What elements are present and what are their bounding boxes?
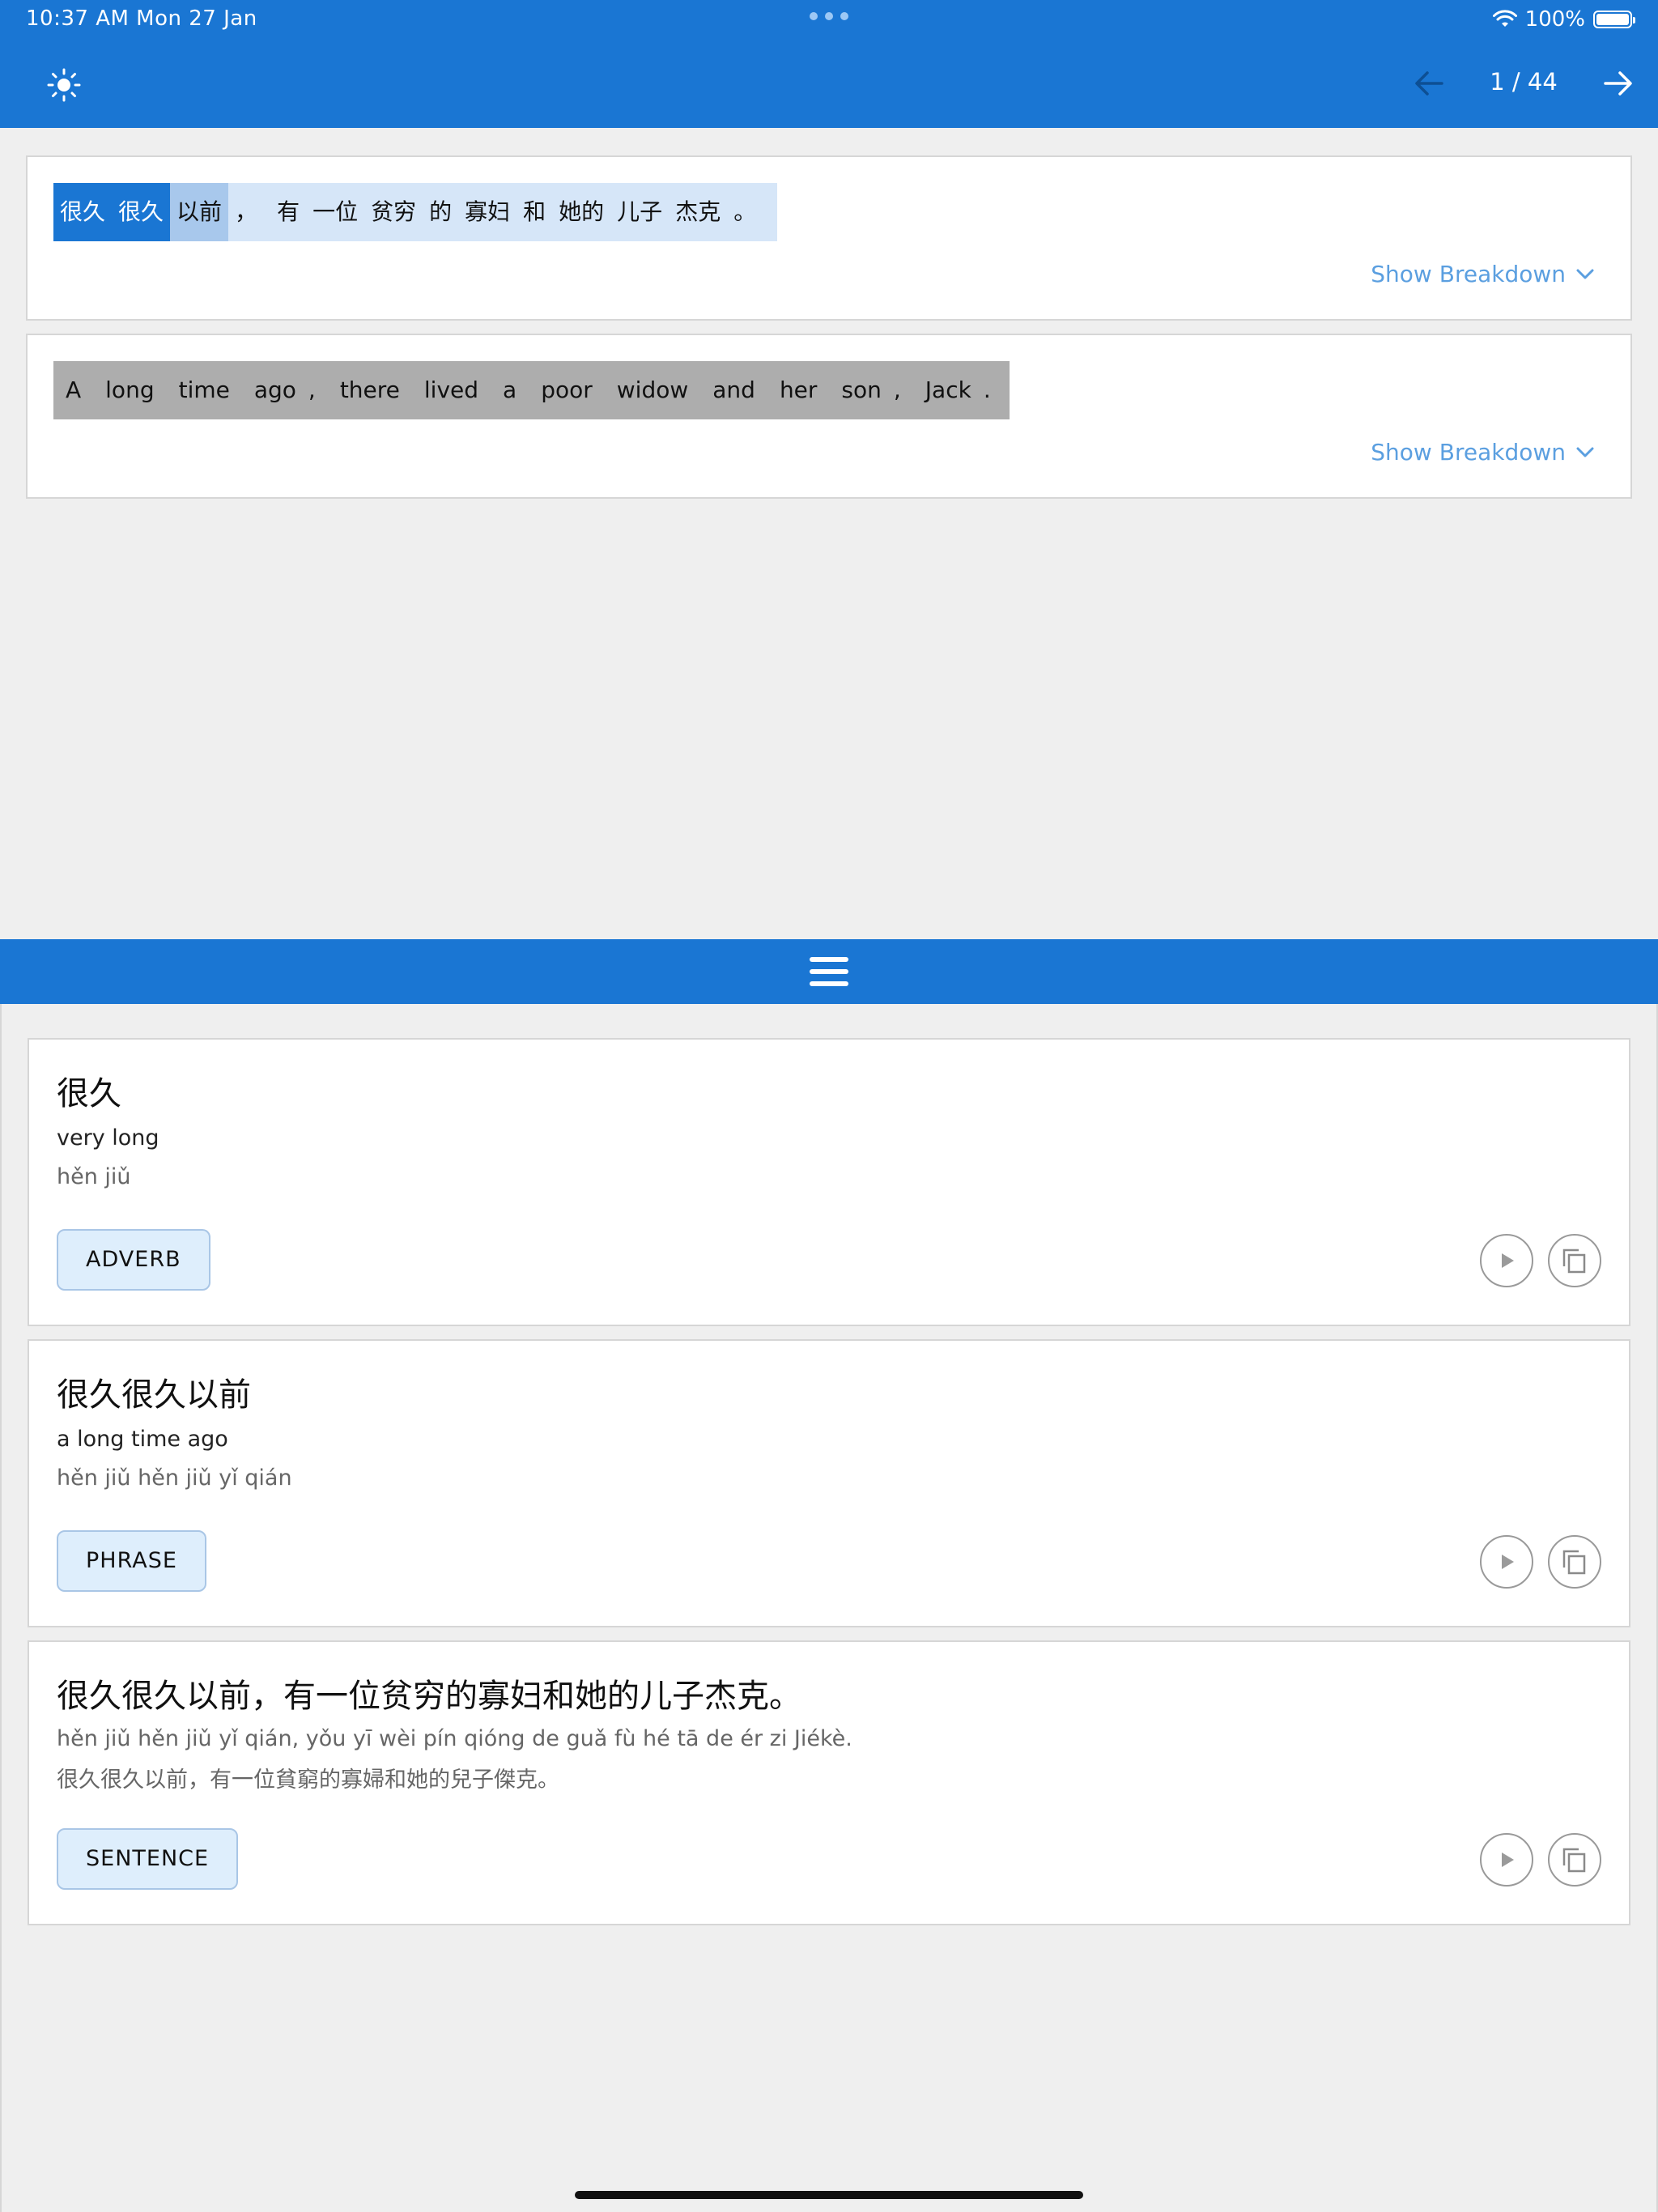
page-counter: 1 / 44 xyxy=(1490,68,1558,96)
sentence-card: 很久很久以前，有一位贫穷的寡妇和她的儿子杰克。 hěn jiǔ hěn jiǔ … xyxy=(28,1640,1630,1925)
play-icon xyxy=(1502,1853,1514,1867)
word-title: 很久很久以前 xyxy=(57,1376,251,1414)
sun-icon xyxy=(47,68,81,102)
word-pinyin: hěn jiǔ hěn jiǔ yǐ qián xyxy=(57,1465,292,1491)
token[interactable]: 她的 xyxy=(552,183,610,241)
word-meaning: a long time ago xyxy=(57,1427,228,1452)
token[interactable]: and xyxy=(700,361,767,419)
part-of-speech-chip: ADVERB xyxy=(57,1229,210,1291)
sentence-title: 很久很久以前，有一位贫穷的寡妇和她的儿子杰克。 xyxy=(57,1678,801,1715)
word-card: 很久很久以前 a long time ago hěn jiǔ hěn jiǔ y… xyxy=(28,1339,1630,1627)
token[interactable]: there xyxy=(328,361,412,419)
token[interactable]: 很久 xyxy=(112,183,171,241)
chevron-down-icon xyxy=(1576,269,1594,279)
token[interactable]: 的 xyxy=(423,183,458,241)
token[interactable]: son xyxy=(829,361,893,419)
sentence-traditional: 很久很久以前，有一位貧窮的寡婦和她的兒子傑克。 xyxy=(57,1767,559,1793)
app-header: 10:37 AM Mon 27 Jan 100% 1 / 44 xyxy=(0,0,1658,128)
multitasking-dots-icon[interactable] xyxy=(810,11,848,21)
token[interactable]: long xyxy=(93,361,166,419)
token[interactable]: lived xyxy=(412,361,491,419)
word-pinyin: hěn jiǔ xyxy=(57,1164,131,1189)
token[interactable]: 贫穷 xyxy=(364,183,423,241)
token[interactable]: time xyxy=(167,361,242,419)
previous-page-button[interactable] xyxy=(1409,63,1449,104)
token[interactable]: ago xyxy=(242,361,308,419)
word-card: 很久 very long hěn jiǔ ADVERB xyxy=(28,1038,1630,1326)
play-audio-button[interactable] xyxy=(1480,1234,1533,1287)
token[interactable]: 儿子 xyxy=(610,183,669,241)
copy-button[interactable] xyxy=(1548,1234,1601,1287)
wifi-icon xyxy=(1492,10,1517,27)
play-audio-button[interactable] xyxy=(1480,1833,1533,1887)
chevron-down-icon xyxy=(1576,447,1594,457)
token[interactable]: . xyxy=(984,361,1003,419)
copy-icon xyxy=(1562,1249,1586,1274)
token[interactable]: 有 xyxy=(270,183,306,241)
show-breakdown-label: Show Breakdown xyxy=(1371,261,1566,287)
panel-resize-handle[interactable] xyxy=(0,939,1658,1004)
token[interactable]: widow xyxy=(605,361,700,419)
token[interactable]: 一位 xyxy=(306,183,364,241)
part-of-speech-chip: PHRASE xyxy=(57,1530,206,1592)
battery-icon xyxy=(1593,11,1635,28)
copy-button[interactable] xyxy=(1548,1833,1601,1887)
copy-icon xyxy=(1562,1550,1586,1575)
english-sentence-card: A long time ago , there lived a poor wid… xyxy=(26,334,1632,499)
token[interactable]: a xyxy=(491,361,529,419)
token[interactable]: 和 xyxy=(517,183,552,241)
show-breakdown-button[interactable]: Show Breakdown xyxy=(1371,439,1595,466)
token[interactable]: , xyxy=(894,361,913,419)
chinese-sentence-card: 很久 很久 以前 ， 有 一位 贫穷 的 寡妇 和 她的 儿子 杰克 。 Sho… xyxy=(26,155,1632,321)
token[interactable]: ， xyxy=(228,183,264,241)
token[interactable]: her xyxy=(767,361,829,419)
arrow-left-icon xyxy=(1415,71,1443,96)
token[interactable]: poor xyxy=(529,361,605,419)
show-breakdown-label: Show Breakdown xyxy=(1371,439,1566,466)
status-time: 10:37 AM Mon 27 Jan xyxy=(26,6,257,31)
sentence-pinyin: hěn jiǔ hěn jiǔ yǐ qián, yǒu yī wèi pín … xyxy=(57,1726,852,1751)
copy-icon xyxy=(1562,1848,1586,1873)
part-of-speech-chip: SENTENCE xyxy=(57,1828,239,1890)
hamburger-icon xyxy=(810,957,848,986)
word-meaning: very long xyxy=(57,1125,159,1151)
arrow-right-icon xyxy=(1604,71,1632,96)
battery-percent: 100% xyxy=(1524,7,1585,32)
play-icon xyxy=(1502,1253,1514,1268)
token[interactable]: 寡妇 xyxy=(458,183,517,241)
token[interactable]: A xyxy=(53,361,93,419)
token[interactable]: Jack xyxy=(913,361,984,419)
chinese-token-row: 很久 很久 以前 ， 有 一位 贫穷 的 寡妇 和 她的 儿子 杰克 。 xyxy=(53,183,778,241)
token[interactable]: , xyxy=(308,361,328,419)
play-audio-button[interactable] xyxy=(1480,1535,1533,1589)
token[interactable]: 很久 xyxy=(53,183,113,241)
theme-toggle-button[interactable] xyxy=(44,65,84,105)
token[interactable]: 。 xyxy=(727,183,763,241)
status-indicators: 100% xyxy=(1492,5,1635,34)
next-page-button[interactable] xyxy=(1598,63,1639,104)
play-icon xyxy=(1502,1555,1514,1569)
token[interactable]: 以前 xyxy=(170,183,229,241)
token[interactable]: 杰克 xyxy=(669,183,727,241)
word-title: 很久 xyxy=(57,1075,121,1112)
home-indicator[interactable] xyxy=(575,2191,1083,2199)
copy-button[interactable] xyxy=(1548,1535,1601,1589)
show-breakdown-button[interactable]: Show Breakdown xyxy=(1371,261,1595,287)
english-token-row: A long time ago , there lived a poor wid… xyxy=(53,361,1010,419)
